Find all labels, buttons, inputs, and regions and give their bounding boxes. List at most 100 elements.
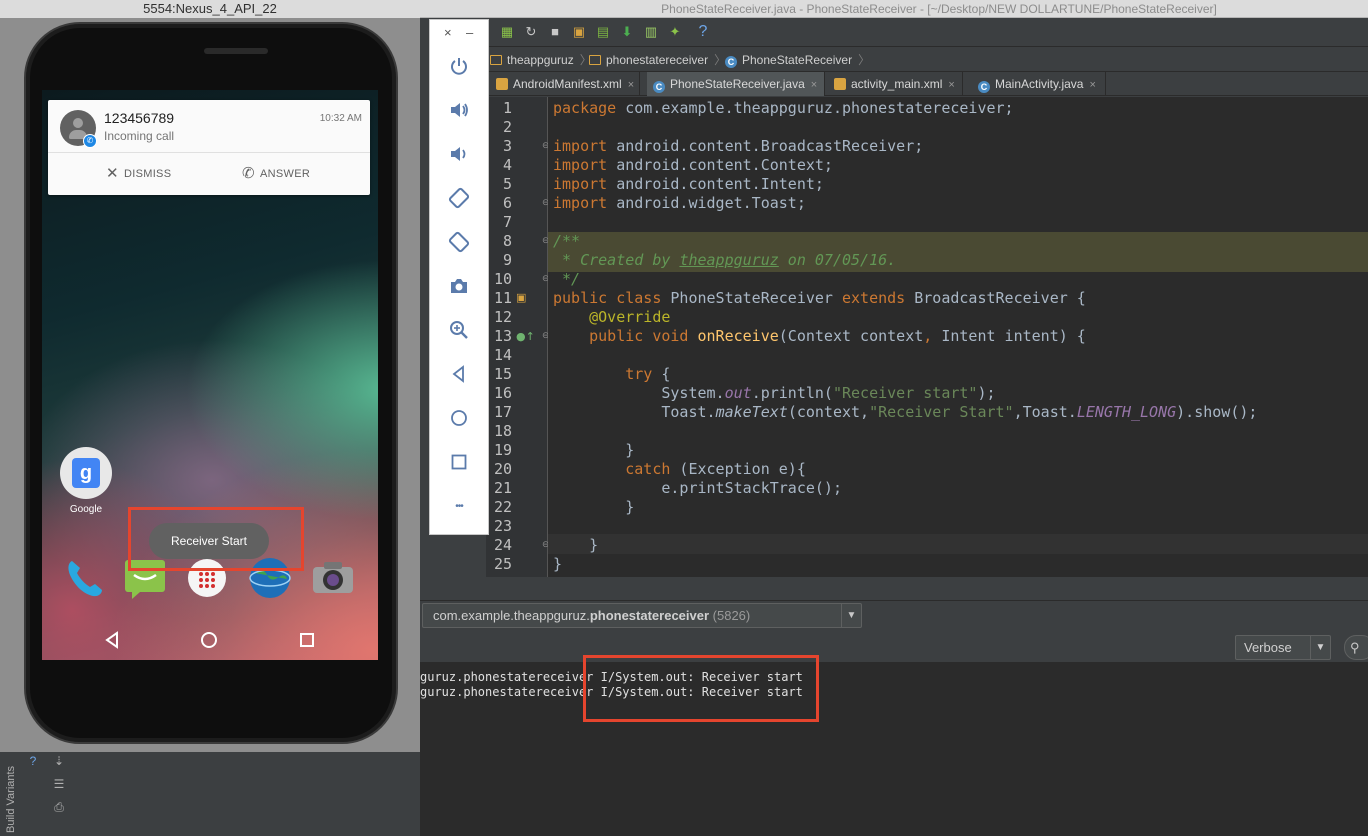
camera-icon[interactable] [448, 275, 470, 297]
tab-phonestatereceiver[interactable]: C PhoneStateReceiver.java × [647, 72, 825, 96]
breadcrumb-item-phonestatereceiver[interactable]: phonestatereceiver 〉 [589, 48, 726, 72]
more-icon[interactable]: ••• [448, 496, 470, 518]
code-line: e.printStackTrace(); [553, 479, 842, 497]
toast-highlight-box [128, 507, 304, 571]
code-line: public void onReceive(Context context, I… [553, 327, 1086, 345]
line-number: 25 [493, 555, 512, 573]
rerun-icon[interactable]: ↻ [522, 23, 540, 41]
breadcrumb-item-class[interactable]: C PhoneStateReceiver 〉 [725, 48, 870, 72]
code-line: * Created by theappguruz on 07/05/16. [553, 251, 897, 269]
emulator-title: 5554:Nexus_4_API_22 [0, 0, 420, 18]
code-editor[interactable]: package com.example.theappguruz.phonesta… [548, 97, 1368, 577]
line-number: 3 [502, 137, 512, 155]
wrap-icon[interactable]: ☰ [52, 777, 66, 791]
minimize-icon[interactable]: – [466, 26, 473, 40]
android-monitor-icon[interactable]: ✦ [666, 23, 684, 41]
breadcrumb-item-theappguruz[interactable]: theappguruz 〉 [490, 48, 592, 72]
google-app-icon[interactable]: g Google [60, 447, 112, 519]
power-icon[interactable] [448, 55, 470, 77]
receiver-gutter-icon[interactable]: ▣ [516, 291, 526, 304]
line-number: 20 [493, 460, 512, 478]
line-number: 21 [493, 479, 512, 497]
google-logo-icon: g [72, 458, 100, 488]
back-icon[interactable] [448, 363, 470, 385]
close-icon[interactable]: × [628, 79, 634, 91]
print-icon[interactable]: ⎙ [52, 800, 66, 814]
chevron-down-icon[interactable]: ▼ [841, 604, 861, 627]
folder-icon [490, 55, 502, 65]
ide-toolbar: ▦ ↻ ■ ▣ ▤ ⬇ ▥ ✦ ? [488, 19, 1368, 47]
logcat-toolbar: com.example.theappguruz.phonestatereceiv… [420, 600, 1368, 630]
rotate-right-icon[interactable] [448, 231, 470, 253]
line-number-gutter[interactable]: 1 2 3 4 5 6 7 8 9 10 11 12 13 14 15 16 1… [486, 97, 550, 577]
code-line: import android.content.Intent; [553, 175, 824, 193]
code-line: import android.widget.Toast; [553, 194, 806, 212]
editor-tabs: AndroidManifest.xml × C PhoneStateReceiver… [488, 72, 1368, 96]
chevron-down-icon[interactable]: ▼ [1310, 636, 1330, 659]
tab-mainactivity[interactable]: C MainActivity.java × [972, 72, 1106, 96]
android-nav-bar [42, 620, 378, 660]
project-structure-icon[interactable]: ▣ [570, 23, 588, 41]
close-icon: ✕ [106, 165, 119, 182]
overview-icon[interactable] [448, 451, 470, 473]
line-number: 11 [493, 289, 512, 307]
overview-icon[interactable] [295, 628, 319, 652]
phone-badge-icon: ✆ [83, 134, 97, 148]
app-label: Google [69, 504, 103, 515]
line-number: 6 [502, 194, 512, 212]
process-dropdown[interactable]: com.example.theappguruz.phonestatereceiv… [422, 603, 862, 628]
line-number: 5 [502, 175, 512, 193]
line-number: 4 [502, 156, 512, 174]
home-icon[interactable] [448, 407, 470, 429]
stop-icon[interactable]: ■ [546, 23, 564, 41]
log-level-dropdown[interactable]: Verbose ▼ [1235, 635, 1331, 660]
phone-screen[interactable]: ✆ 123456789 Incoming call 10:32 AM ✕ DISM… [42, 90, 378, 660]
line-number: 17 [493, 403, 512, 421]
close-icon[interactable]: × [811, 79, 817, 91]
home-icon[interactable] [197, 628, 221, 652]
build-icon[interactable]: ▦ [498, 23, 516, 41]
volume-down-icon[interactable] [448, 143, 470, 165]
dismiss-button[interactable]: ✕ DISMISS [106, 162, 171, 186]
line-number: 9 [502, 251, 512, 269]
line-number: 1 [502, 99, 512, 117]
code-line: } [553, 441, 635, 459]
code-line: import android.content.BroadcastReceiver… [553, 137, 924, 155]
close-icon[interactable]: × [1089, 79, 1095, 91]
sdk-manager-icon[interactable]: ▤ [594, 23, 612, 41]
line-number: 15 [493, 365, 512, 383]
help-icon[interactable]: ? [694, 23, 712, 41]
back-icon[interactable] [100, 628, 124, 652]
rotate-left-icon[interactable] [448, 187, 470, 209]
tab-activity-main[interactable]: activity_main.xml × [828, 72, 963, 96]
close-icon[interactable]: × [948, 79, 954, 91]
phone-app-icon[interactable] [62, 555, 108, 601]
incoming-call-notification[interactable]: ✆ 123456789 Incoming call 10:32 AM ✕ DISM… [48, 100, 370, 195]
logcat-output[interactable]: guruz.phonestatereceiver I/System.out: R… [420, 662, 1368, 836]
answer-button[interactable]: ✆ ANSWER [242, 162, 310, 186]
build-variants-tab[interactable]: Build Variants [0, 764, 20, 836]
class-icon: C [653, 81, 665, 93]
class-icon: C [725, 56, 737, 68]
line-number: 14 [493, 346, 512, 364]
code-line: import android.content.Context; [553, 156, 833, 174]
code-line: */ [553, 270, 581, 288]
help-icon[interactable]: ? [26, 754, 40, 768]
xml-file-icon [496, 78, 508, 90]
zoom-icon[interactable] [448, 319, 470, 341]
arrow-down-icon[interactable]: ⇣ [52, 754, 66, 768]
sync-gradle-icon[interactable]: ⬇ [618, 23, 636, 41]
tab-androidmanifest[interactable]: AndroidManifest.xml × [490, 72, 640, 96]
camera-app-icon[interactable] [310, 555, 356, 601]
emulator-control-panel: × – ••• [429, 19, 489, 535]
line-number: 10 [493, 270, 512, 288]
close-icon[interactable]: × [444, 26, 452, 40]
volume-up-icon[interactable] [448, 99, 470, 121]
line-number: 18 [493, 422, 512, 440]
code-line: } [553, 498, 635, 516]
avd-manager-icon[interactable]: ▥ [642, 23, 660, 41]
override-gutter-icon[interactable]: ●↑ [516, 330, 535, 343]
code-line: Toast.makeText(context,"Receiver Start",… [553, 403, 1258, 421]
search-icon[interactable]: ⚲ [1344, 635, 1368, 660]
line-number: 8 [502, 232, 512, 250]
